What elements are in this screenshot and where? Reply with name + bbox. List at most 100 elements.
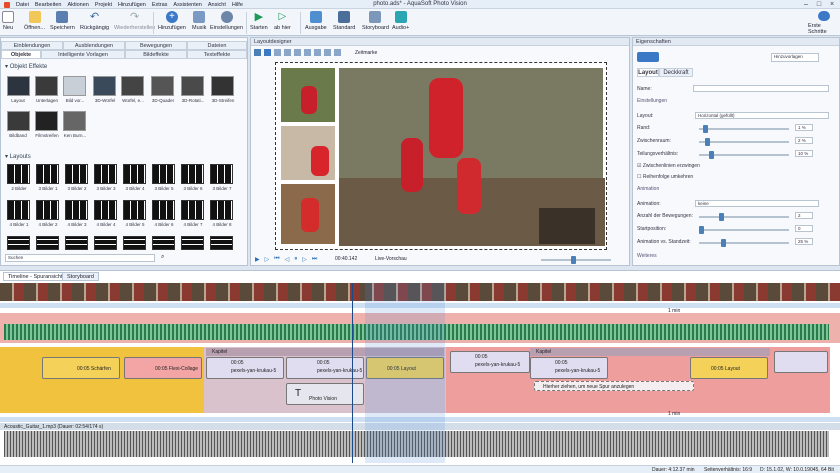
photo-main[interactable] xyxy=(338,67,605,246)
start-button[interactable]: ▶ Starten xyxy=(250,11,268,35)
layout-tile[interactable] xyxy=(181,164,204,184)
drop-new-track-hint[interactable]: Hierher ziehen, um neue Spur anzulegen xyxy=(534,381,694,391)
save-button[interactable]: Speichern xyxy=(50,11,75,35)
select-tool-icon[interactable] xyxy=(254,49,261,56)
layout-tile[interactable] xyxy=(7,236,30,250)
output-button[interactable]: Ausgabe xyxy=(305,11,327,35)
standard-button[interactable]: Standard xyxy=(333,11,355,35)
layout-tile[interactable] xyxy=(123,236,146,250)
clip-pexels-3[interactable]: 00:05 pexels-yan-krukau-5 xyxy=(450,351,530,373)
clip-schaerfen[interactable]: 00:05 Schärfen xyxy=(42,357,120,379)
effect-tile[interactable] xyxy=(63,76,86,96)
layout-tile[interactable] xyxy=(36,200,59,220)
layout-tile[interactable] xyxy=(152,200,175,220)
teilung-value[interactable]: 10 % xyxy=(795,150,813,157)
layout-tile[interactable] xyxy=(7,200,30,220)
prev-icon[interactable]: ⏮ xyxy=(274,256,279,263)
menu-ansicht[interactable]: Ansicht xyxy=(208,2,226,8)
menu-projekt[interactable]: Projekt xyxy=(95,2,112,8)
layout-tile[interactable] xyxy=(65,200,88,220)
layout-tile[interactable] xyxy=(210,236,233,250)
app-icon[interactable] xyxy=(4,1,10,8)
layout-tile[interactable] xyxy=(36,164,59,184)
zoom-slider[interactable] xyxy=(541,256,611,264)
menu-aktionen[interactable]: Aktionen xyxy=(67,2,88,8)
tab-deckkraft[interactable]: Deckkraft xyxy=(659,68,693,77)
menu-hilfe[interactable]: Hilfe xyxy=(232,2,243,8)
tab-layout[interactable]: Layout xyxy=(637,68,659,77)
pause-icon[interactable]: ⏸ xyxy=(294,256,297,263)
tab-bewegungen[interactable]: Bewegungen xyxy=(125,41,187,50)
tab-intelligente-vorlagen[interactable]: Intelligente Vorlagen xyxy=(41,50,125,59)
clip-layout-2[interactable]: 00:05 Layout xyxy=(690,357,768,379)
redo-button[interactable]: ↷ Wiederherstellen xyxy=(114,11,155,35)
layout-tile[interactable] xyxy=(94,236,117,250)
tab-ausblendungen[interactable]: Ausblendungen xyxy=(63,41,125,50)
chapter-header-2[interactable]: Kapitel xyxy=(530,348,770,356)
search-icon[interactable]: ⌕ xyxy=(161,254,164,261)
standzeit-value[interactable]: 25 % xyxy=(795,238,813,245)
photo-3[interactable] xyxy=(280,183,336,245)
grid-tool-icon[interactable] xyxy=(284,49,291,56)
flip-tool-icon[interactable] xyxy=(334,49,341,56)
tab-bildeffekte[interactable]: Bildeffekte xyxy=(125,50,187,59)
play-from-here-button[interactable]: ▷ ab hier xyxy=(274,11,291,35)
tab-objekte[interactable]: Objekte xyxy=(1,50,41,59)
standzeit-slider[interactable] xyxy=(699,239,789,247)
music-button[interactable]: Musik xyxy=(192,11,206,35)
effect-tile[interactable] xyxy=(181,76,204,96)
storyboard-button[interactable]: Storyboard xyxy=(362,11,389,35)
anzahl-slider[interactable] xyxy=(699,213,789,221)
menu-datei[interactable]: Datei xyxy=(16,2,29,8)
undo-button[interactable]: ↶ Rückgängig xyxy=(80,11,109,35)
maximize-icon[interactable]: □ xyxy=(813,0,825,9)
open-button[interactable]: Öffnen... xyxy=(24,11,45,35)
tab-storyboard[interactable]: Storyboard xyxy=(62,272,99,281)
layout-tile[interactable] xyxy=(210,200,233,220)
audio-plus-button[interactable]: Audio+ xyxy=(392,11,409,35)
effect-tile[interactable] xyxy=(121,76,144,96)
layout-tile[interactable] xyxy=(152,164,175,184)
play-from-here-icon[interactable]: ▷ xyxy=(265,256,270,263)
zwischenraum-slider[interactable] xyxy=(699,138,789,146)
rand-value[interactable]: 1 % xyxy=(795,124,813,131)
play-icon[interactable]: ▶ xyxy=(255,256,260,263)
add-button[interactable]: + Hinzufügen xyxy=(158,11,186,35)
animation-select[interactable]: keine xyxy=(695,200,819,207)
clip-flexi-collage[interactable]: 00:05 Flexi-Collage xyxy=(124,357,202,379)
align-tool-icon[interactable] xyxy=(314,49,321,56)
minimize-icon[interactable]: – xyxy=(800,0,812,9)
new-button[interactable]: Neu xyxy=(2,11,14,35)
layout-tile[interactable] xyxy=(94,164,117,184)
effect-tile[interactable] xyxy=(7,111,30,131)
search-input[interactable]: Suchen xyxy=(5,254,155,262)
effect-tile[interactable] xyxy=(63,111,86,131)
layout-select[interactable]: Horizontal (gefüllt) xyxy=(695,112,829,119)
step-forward-icon[interactable]: ▷ xyxy=(302,256,307,263)
move-tool-icon[interactable] xyxy=(264,49,271,56)
menu-extras[interactable]: Extras xyxy=(152,2,168,8)
effect-tile[interactable] xyxy=(93,76,116,96)
layout-tile[interactable] xyxy=(181,200,204,220)
startposition-slider[interactable] xyxy=(699,226,789,234)
menu-assistenten[interactable]: Assistenten xyxy=(173,2,201,8)
menu-hinzufuegen[interactable]: Hinzufügen xyxy=(118,2,146,8)
layout-tile[interactable] xyxy=(36,236,59,250)
effect-tile[interactable] xyxy=(211,76,234,96)
live-preview-toggle[interactable]: Live-Vorschau xyxy=(375,256,407,262)
clip-pexels-1[interactable]: 00:05 pexels-yan-krukau-5 xyxy=(206,357,284,379)
next-icon[interactable]: ⏭ xyxy=(312,256,317,263)
zwischenraum-value[interactable]: 2 % xyxy=(795,137,813,144)
photo-2[interactable] xyxy=(280,125,336,181)
layout-tile[interactable] xyxy=(210,164,233,184)
effect-tile[interactable] xyxy=(35,111,58,131)
close-icon[interactable]: × xyxy=(826,0,838,9)
playhead[interactable] xyxy=(352,283,353,463)
layout-mode-icon[interactable] xyxy=(637,52,659,62)
effect-tile[interactable] xyxy=(35,76,58,96)
zoom-tool-icon[interactable] xyxy=(274,49,281,56)
step-back-icon[interactable]: ◁ xyxy=(285,256,290,263)
menu-bearbeiten[interactable]: Bearbeiten xyxy=(35,2,62,8)
photo-1[interactable] xyxy=(280,67,336,123)
settings-button[interactable]: Einstellungen xyxy=(210,11,243,35)
